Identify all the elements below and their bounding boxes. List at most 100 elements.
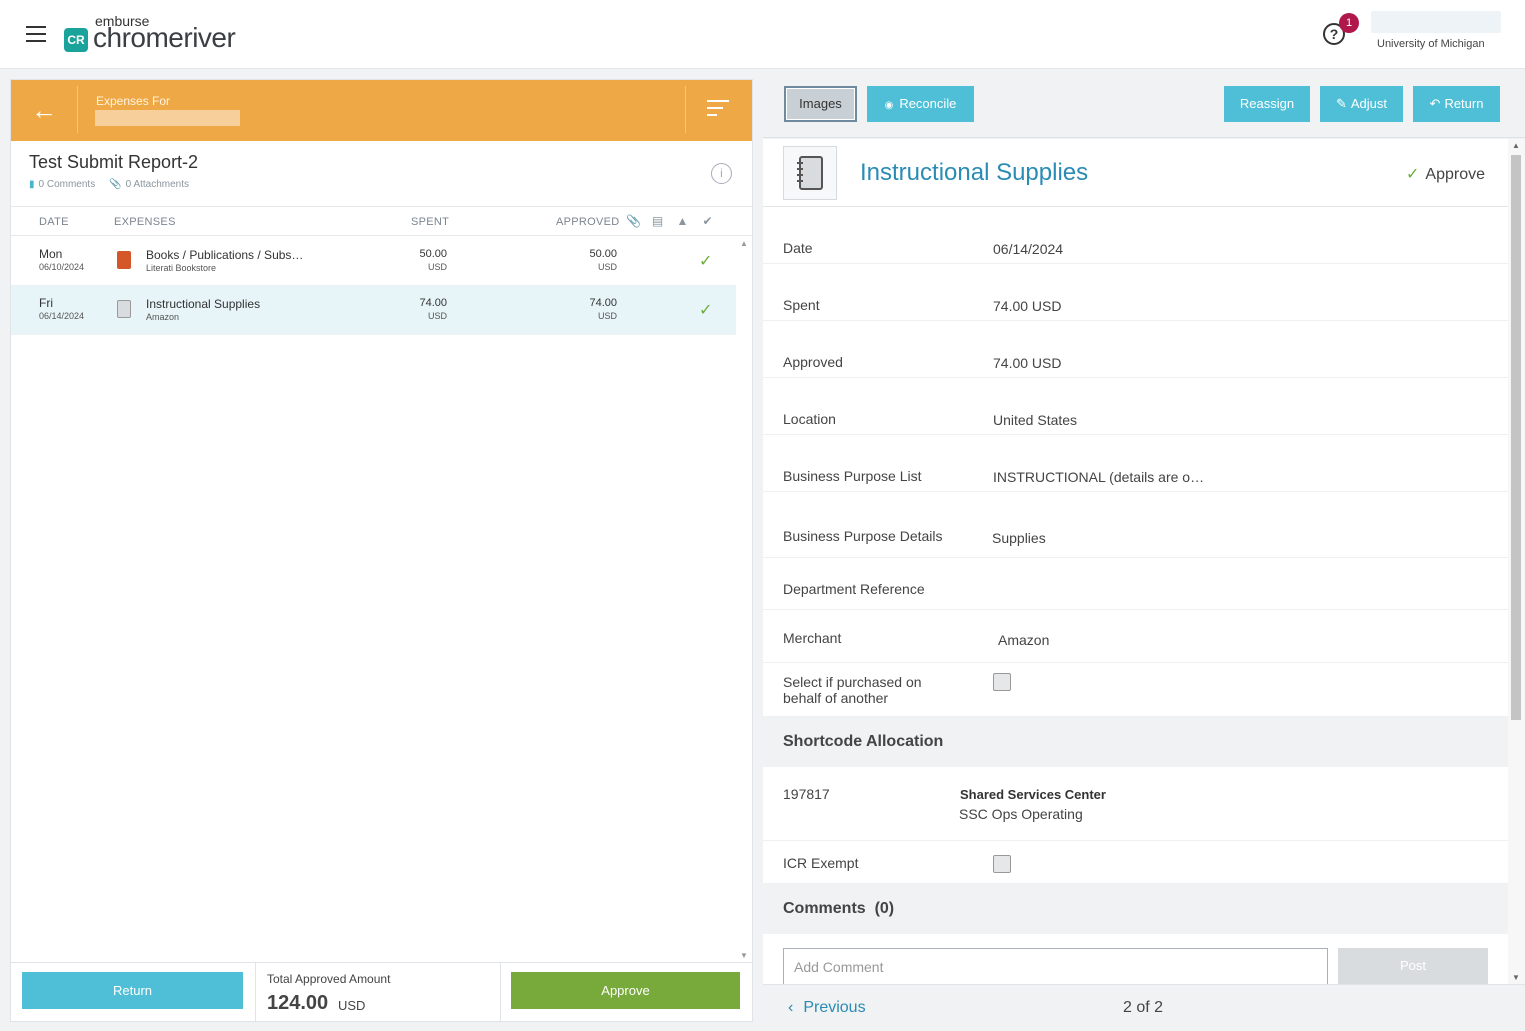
organization-name: University of Michigan — [1377, 38, 1485, 50]
comments-section-header: Comments (0) — [763, 884, 1508, 934]
row-spent: 50.00 — [419, 248, 447, 260]
eye-icon: ◉ — [884, 100, 894, 111]
reassign-button[interactable]: Reassign — [1224, 86, 1310, 122]
book-icon — [117, 251, 131, 269]
row-spent-currency: USD — [427, 311, 447, 321]
column-date[interactable]: DATE — [39, 216, 69, 228]
column-expenses[interactable]: EXPENSES — [114, 216, 176, 228]
reply-arrow-icon: ↶ — [1429, 96, 1441, 111]
attachments-count[interactable]: 📎 0 Attachments — [109, 179, 189, 190]
row-spent-currency: USD — [427, 262, 447, 272]
field-label: Date — [783, 240, 813, 256]
table-row[interactable]: Fri 06/14/2024 Instructional Supplies Am… — [11, 286, 736, 335]
row-spent: 74.00 — [419, 297, 447, 309]
divider — [77, 86, 78, 133]
row-expense-name: Instructional Supplies — [146, 297, 261, 311]
report-title: Test Submit Report-2 — [29, 152, 199, 172]
field-value[interactable]: United States — [993, 412, 1077, 428]
field-label: Business Purpose List — [783, 468, 922, 484]
return-line-button[interactable]: ↶ Return — [1413, 86, 1500, 122]
warning-column-icon: ▲ — [676, 214, 689, 228]
divider — [500, 963, 501, 1022]
shortcode-org-title: Shared Services Center — [960, 787, 1106, 802]
total-approved-amount: 124.00 — [267, 992, 329, 1014]
row-date: 06/14/2024 — [39, 311, 85, 321]
post-comment-button[interactable]: Post — [1338, 948, 1488, 984]
comments-count[interactable]: ▮ 0 Comments — [29, 179, 95, 190]
adjust-label: Adjust — [1350, 96, 1388, 111]
approved-check-icon: ✓ — [699, 302, 713, 319]
report-header-bar: ← Expenses For — [11, 80, 752, 141]
field-value[interactable]: Amazon — [998, 632, 1049, 648]
field-label: ICR Exempt — [783, 855, 859, 871]
pagination-bar: ‹ Previous 2 of 2 — [763, 984, 1525, 1031]
hamburger-menu-icon[interactable] — [26, 26, 46, 42]
notebook-icon — [117, 300, 131, 318]
field-label: Location — [783, 411, 836, 427]
field-value: 74.00 USD — [993, 298, 1062, 314]
sort-icon[interactable] — [707, 100, 729, 118]
expense-list-panel: ← Expenses For Test Submit Report-2 ▮ 0 C… — [10, 79, 753, 1022]
field-spent: Spent 74.00 USD — [763, 264, 1508, 321]
row-day: Mon — [39, 247, 63, 261]
scroll-down-icon[interactable]: ▼ — [1512, 973, 1520, 982]
chromeriver-logo-mark: CR — [64, 28, 88, 52]
on-behalf-checkbox[interactable] — [993, 673, 1011, 691]
scroll-down-icon[interactable]: ▼ — [740, 951, 748, 960]
attachments-label: 0 Attachments — [125, 179, 190, 190]
approve-line-button[interactable]: ✓ Approve — [1406, 164, 1485, 184]
scrollbar-thumb[interactable] — [1511, 155, 1521, 720]
comment-column-icon: ▤ — [651, 214, 664, 228]
row-merchant: Literati Bookstore — [146, 263, 217, 273]
field-business-purpose-list: Business Purpose List INSTRUCTIONAL (det… — [763, 435, 1508, 492]
notebook-icon — [783, 146, 837, 200]
row-approved-currency: USD — [597, 311, 617, 321]
return-report-button[interactable]: Return — [22, 972, 243, 1009]
field-value: 06/14/2024 — [993, 241, 1064, 257]
approve-report-button[interactable]: Approve — [511, 972, 740, 1009]
images-button[interactable]: Images — [784, 86, 857, 122]
detail-scrollbar[interactable]: ▲ ▼ — [1508, 139, 1525, 984]
field-approved: Approved 74.00 USD — [763, 321, 1508, 378]
field-label: Spent — [783, 297, 820, 313]
field-value: 74.00 USD — [993, 355, 1062, 371]
row-day: Fri — [39, 296, 53, 310]
field-value[interactable]: Supplies — [992, 530, 1046, 546]
shortcode-number: 197817 — [783, 786, 830, 802]
column-approved[interactable]: APPROVED — [556, 216, 620, 228]
icr-exempt-checkbox[interactable] — [993, 855, 1011, 873]
field-label: Select if purchased on behalf of another — [783, 674, 922, 706]
shortcode-row: 197817 Shared Services Center SSC Ops Op… — [763, 767, 1508, 841]
scroll-up-icon[interactable]: ▲ — [740, 239, 748, 248]
list-scrollbar[interactable]: ▲ ▼ — [737, 237, 751, 962]
adjust-button[interactable]: ✎ Adjust — [1320, 86, 1403, 122]
field-date: Date 06/14/2024 — [763, 207, 1508, 264]
total-approved-label: Total Approved Amount — [267, 972, 391, 986]
chromeriver-brand-label: chromeriver — [93, 22, 236, 53]
user-name-redacted[interactable] — [1371, 11, 1501, 33]
shortcode-org-subtitle: SSC Ops Operating — [959, 806, 1083, 822]
back-arrow-icon[interactable]: ← — [31, 97, 57, 123]
top-bar: CR emburse chromeriver ? 1 University of… — [0, 0, 1525, 69]
detail-toolbar: Images ◉ Reconcile Reassign ✎ Adjust ↶ Retu… — [763, 70, 1525, 138]
expenses-for-name-redacted — [95, 110, 240, 126]
check-icon: ✓ — [1406, 166, 1420, 183]
column-spent[interactable]: SPENT — [411, 216, 449, 228]
return-label: Return — [1444, 96, 1484, 111]
table-row[interactable]: Mon 06/10/2024 Books / Publications / Su… — [11, 237, 736, 286]
field-value[interactable]: INSTRUCTIONAL (details are o… — [993, 469, 1204, 485]
scroll-up-icon[interactable]: ▲ — [1512, 141, 1520, 150]
reconcile-button[interactable]: ◉ Reconcile — [867, 86, 974, 122]
field-label: Merchant — [783, 630, 842, 646]
notification-badge[interactable]: 1 — [1339, 13, 1359, 33]
previous-button[interactable]: ‹ Previous — [788, 999, 866, 1017]
total-approved-currency: USD — [338, 998, 366, 1013]
field-business-purpose-details: Business Purpose Details Supplies — [763, 492, 1508, 558]
divider — [685, 86, 686, 133]
paperclip-icon: 📎 — [109, 179, 122, 190]
field-merchant: Merchant Amazon — [763, 610, 1508, 663]
add-comment-input[interactable] — [783, 948, 1328, 984]
field-label: Department Reference — [783, 581, 925, 597]
shortcode-section-header: Shortcode Allocation — [763, 717, 1508, 767]
info-icon[interactable]: i — [711, 163, 732, 184]
